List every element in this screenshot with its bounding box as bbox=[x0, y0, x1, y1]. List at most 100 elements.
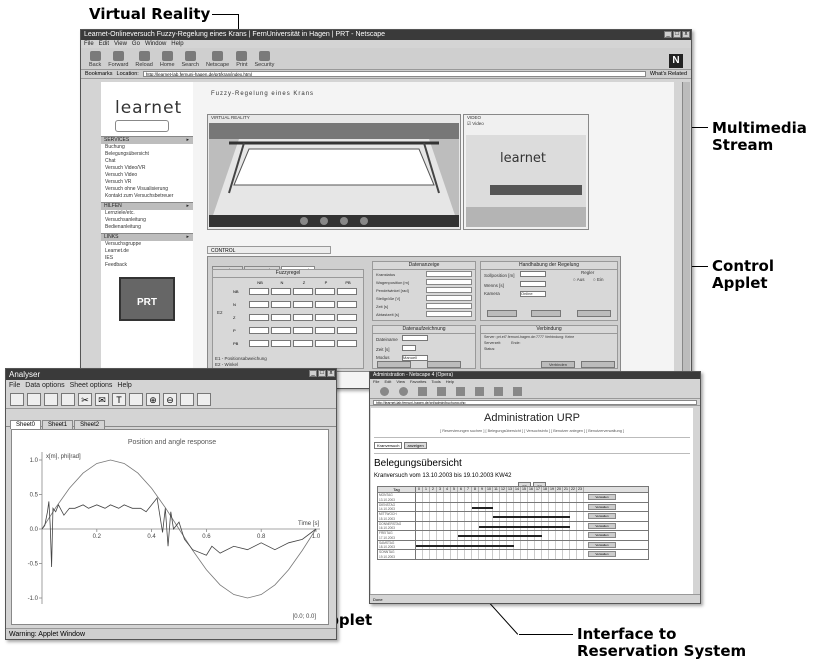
open-icon[interactable] bbox=[27, 393, 41, 406]
res-hour-cell[interactable] bbox=[444, 512, 451, 521]
res-hour-cell[interactable] bbox=[444, 502, 451, 511]
res-hour-cell[interactable] bbox=[570, 512, 577, 521]
fuzzy-cell-select[interactable] bbox=[249, 340, 269, 347]
res-hour-cell[interactable] bbox=[444, 531, 451, 540]
video-checkbox[interactable]: ☑ Video bbox=[464, 121, 588, 127]
menu-window[interactable]: Window bbox=[145, 40, 166, 48]
home-button[interactable]: Home bbox=[160, 51, 175, 68]
setpoint-input[interactable] bbox=[520, 271, 546, 277]
res-back-icon[interactable] bbox=[380, 387, 389, 396]
res-search-icon[interactable] bbox=[475, 387, 484, 396]
res-hour-cell[interactable] bbox=[521, 502, 528, 511]
print-icon[interactable] bbox=[61, 393, 75, 406]
analyser-menu-help[interactable]: Help bbox=[117, 380, 131, 391]
handling-button-2[interactable] bbox=[531, 310, 561, 317]
wenns-input[interactable] bbox=[520, 281, 546, 287]
res-hour-cell[interactable] bbox=[563, 550, 570, 559]
res-hour-cell[interactable] bbox=[528, 502, 535, 511]
text-icon[interactable]: T bbox=[112, 393, 126, 406]
res-manage-button[interactable]: Verwalten bbox=[588, 532, 616, 538]
sidebar-item[interactable]: Versuch VR bbox=[101, 179, 193, 186]
res-hour-cell[interactable] bbox=[521, 550, 528, 559]
res-hour-cell[interactable] bbox=[486, 550, 493, 559]
res-hour-cell[interactable] bbox=[486, 512, 493, 521]
sidebar-section-header[interactable]: LINKS ▸ bbox=[101, 233, 193, 241]
connect-button[interactable]: Verbinden bbox=[541, 361, 575, 368]
res-hour-cell[interactable] bbox=[542, 531, 549, 540]
analyser-maximize-button[interactable]: □ bbox=[318, 370, 326, 377]
menu-edit[interactable]: Edit bbox=[99, 40, 109, 48]
res-hour-cell[interactable] bbox=[535, 540, 542, 549]
fuzzy-cell-select[interactable] bbox=[271, 288, 291, 295]
regler-aus-radio[interactable]: ○ Aus bbox=[573, 277, 585, 283]
sidebar-item[interactable]: Feedback bbox=[101, 262, 193, 269]
res-hour-cell[interactable] bbox=[556, 550, 563, 559]
menu-file[interactable]: File bbox=[84, 40, 94, 48]
res-hour-cell[interactable] bbox=[570, 493, 577, 502]
res-hour-cell[interactable] bbox=[437, 493, 444, 502]
zoom-in-icon[interactable]: ⊕ bbox=[146, 393, 160, 406]
menu-view[interactable]: View bbox=[114, 40, 127, 48]
res-hour-cell[interactable] bbox=[444, 521, 451, 530]
reservation-titlebar[interactable]: Administration - Netscape 4 (Opera) bbox=[370, 372, 700, 379]
res-hour-cell[interactable] bbox=[423, 550, 430, 559]
sidebar-item[interactable]: Versuch ohne Visualisierung bbox=[101, 186, 193, 193]
res-hour-cell[interactable] bbox=[493, 550, 500, 559]
zoom-out-icon[interactable]: ⊖ bbox=[163, 393, 177, 406]
res-hour-cell[interactable] bbox=[528, 550, 535, 559]
res-mail-icon[interactable] bbox=[513, 387, 522, 396]
res-hour-cell[interactable] bbox=[528, 540, 535, 549]
sidebar-item[interactable]: Learnet.de bbox=[101, 248, 193, 255]
res-hour-cell[interactable] bbox=[451, 512, 458, 521]
sidebar-item[interactable]: Versuchsgruppe bbox=[101, 241, 193, 248]
res-hour-cell[interactable] bbox=[570, 531, 577, 540]
minimize-button[interactable]: _ bbox=[664, 31, 672, 38]
fuzzy-cell-select[interactable] bbox=[315, 288, 335, 295]
sidebar-item[interactable]: Buchung bbox=[101, 144, 193, 151]
res-manage-button[interactable]: Verwalten bbox=[588, 503, 616, 510]
res-hour-cell[interactable] bbox=[563, 493, 570, 502]
res-stop-icon[interactable] bbox=[418, 387, 427, 396]
res-hour-cell[interactable] bbox=[430, 493, 437, 502]
fuzzy-cell-select[interactable] bbox=[293, 288, 313, 295]
record-button-1[interactable] bbox=[377, 361, 411, 368]
tab-sheet0[interactable]: Sheet0 bbox=[10, 420, 42, 429]
res-menu-help[interactable]: Help bbox=[446, 379, 454, 385]
res-hour-cell[interactable] bbox=[549, 493, 556, 502]
fuzzy-cell-select[interactable] bbox=[249, 314, 269, 321]
fuzzy-cell-select[interactable] bbox=[315, 314, 335, 321]
res-hour-cell[interactable] bbox=[416, 502, 423, 511]
res-hour-cell[interactable] bbox=[577, 550, 584, 559]
res-hour-cell[interactable] bbox=[577, 540, 584, 549]
fuzzy-cell-select[interactable] bbox=[271, 327, 291, 334]
res-hour-cell[interactable] bbox=[542, 550, 549, 559]
res-hour-cell[interactable] bbox=[542, 502, 549, 511]
res-hour-cell[interactable] bbox=[549, 540, 556, 549]
res-hour-cell[interactable] bbox=[451, 521, 458, 530]
analyser-titlebar[interactable]: Analyser _ □ x bbox=[6, 369, 336, 380]
res-hour-cell[interactable] bbox=[458, 512, 465, 521]
fuzzy-cell-select[interactable] bbox=[293, 314, 313, 321]
print-button[interactable]: Print bbox=[236, 51, 248, 68]
res-booking-bar[interactable] bbox=[493, 516, 570, 518]
res-forward-icon[interactable] bbox=[399, 387, 408, 396]
back-button[interactable]: Back bbox=[89, 51, 101, 68]
res-hour-cell[interactable] bbox=[577, 531, 584, 540]
res-hour-cell[interactable] bbox=[535, 550, 542, 559]
fuzzy-cell-select[interactable] bbox=[249, 327, 269, 334]
res-hour-cell[interactable] bbox=[437, 531, 444, 540]
sidebar-item[interactable]: Versuchsanleitung bbox=[101, 217, 193, 224]
res-manage-button[interactable]: Verwalten bbox=[588, 551, 616, 557]
chart-icon[interactable] bbox=[197, 393, 211, 406]
res-hour-cell[interactable] bbox=[577, 493, 584, 502]
res-booking-bar[interactable] bbox=[416, 544, 514, 547]
res-hour-cell[interactable] bbox=[416, 521, 423, 530]
res-home-icon[interactable] bbox=[456, 387, 465, 396]
camera-select[interactable]: Online bbox=[520, 291, 546, 297]
maximize-button[interactable]: □ bbox=[673, 31, 681, 38]
res-hour-cell[interactable] bbox=[577, 521, 584, 530]
sidebar-item[interactable]: IES bbox=[101, 255, 193, 262]
res-manage-button[interactable]: Verwalten bbox=[588, 522, 616, 529]
res-hour-cell[interactable] bbox=[416, 493, 423, 502]
res-hour-cell[interactable] bbox=[500, 502, 507, 511]
